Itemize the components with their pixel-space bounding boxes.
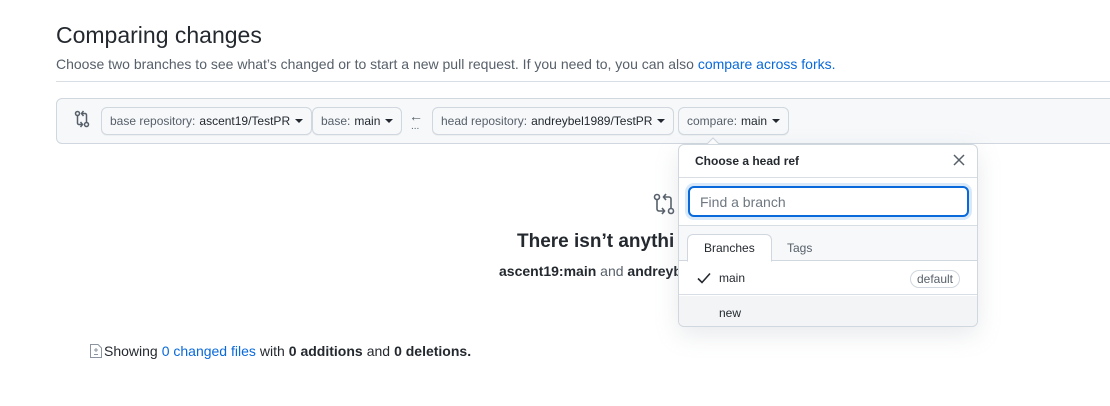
compare-branch-button[interactable]: compare: main (678, 107, 790, 135)
diff-summary: Showing 0 changed files with 0 additions… (89, 343, 475, 359)
tab-branches[interactable]: Branches (687, 234, 772, 262)
base-repository-value: ascent19/TestPR (199, 114, 291, 128)
dropdown-title: Choose a head ref (695, 154, 800, 168)
summary-and: and (366, 343, 391, 359)
dropdown-tabs: Branches Tags (679, 226, 977, 262)
branch-label: new (719, 305, 742, 320)
caret-down-icon (385, 119, 394, 123)
blankslate-and: and (600, 263, 624, 279)
dropdown-header: Choose a head ref (679, 145, 977, 178)
check-icon (697, 272, 711, 284)
compare-branch-label: compare: (687, 114, 738, 128)
page-title: Comparing changes (56, 22, 262, 48)
base-repository-label: base repository: (110, 114, 196, 128)
summary-showing: Showing (104, 343, 158, 359)
caret-down-icon (657, 119, 666, 123)
file-diff-icon (90, 344, 102, 358)
changed-files-link[interactable]: 0 changed files (162, 343, 256, 359)
close-icon (953, 154, 965, 166)
summary-deletions: 0 deletions. (394, 343, 472, 359)
page: Comparing changes Choose two branches to… (0, 0, 1110, 406)
page-subtitle: Choose two branches to see what’s change… (56, 56, 836, 72)
dots-icon: ... (411, 121, 420, 132)
header-divider (56, 81, 1110, 82)
close-button[interactable] (951, 152, 967, 168)
blankslate-title: There isn’t anythi (517, 231, 675, 252)
default-badge: default (909, 270, 960, 288)
summary-additions: 0 additions (288, 343, 363, 359)
branch-item-main[interactable]: main default (679, 262, 977, 295)
head-ref-dropdown: Choose a head ref Branches Tags main def… (678, 144, 978, 327)
caret-down-icon (772, 119, 781, 123)
blankslate-base-ref: ascent19:main (499, 263, 597, 279)
tab-tags[interactable]: Tags (771, 234, 828, 262)
head-repository-label: head repository: (441, 114, 528, 128)
branch-item-new[interactable]: new (679, 296, 977, 326)
branch-label: main (719, 271, 746, 285)
git-compare-large-icon (653, 193, 675, 215)
base-branch-button[interactable]: base: main (312, 107, 403, 135)
git-compare-icon (74, 110, 90, 128)
head-repository-button[interactable]: head repository: andreybel1989/TestPR (432, 107, 675, 135)
dropdown-filter (679, 178, 977, 226)
head-repository-value: andreybel1989/TestPR (531, 114, 653, 128)
summary-with: with (259, 343, 285, 359)
base-repository-button[interactable]: base repository: ascent19/TestPR (101, 107, 313, 135)
base-branch-label: base: (321, 114, 351, 128)
compare-across-forks-link[interactable]: compare across forks. (698, 56, 836, 72)
caret-down-icon (295, 119, 304, 123)
compare-branch-value: main (741, 114, 768, 128)
base-branch-value: main (354, 114, 381, 128)
blankslate-description: ascent19:main and andreybe (499, 263, 690, 279)
subtitle-text: Choose two branches to see what’s change… (56, 56, 694, 72)
find-branch-input[interactable] (688, 186, 969, 217)
